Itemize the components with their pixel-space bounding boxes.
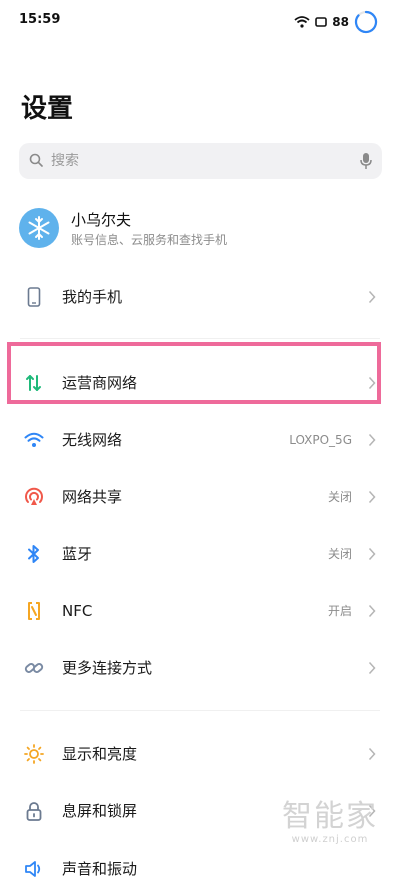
nfc-icon xyxy=(28,602,40,620)
wifi-icon xyxy=(24,432,44,447)
snowflake-icon xyxy=(28,216,50,240)
watermark-text: 智能家 xyxy=(282,799,378,834)
settings-item-display[interactable]: 显示和亮度 xyxy=(0,730,400,778)
settings-item-label: 显示和亮度 xyxy=(62,745,138,763)
settings-item-value: 关闭 xyxy=(327,547,352,561)
settings-item-label: 无线网络 xyxy=(62,431,123,449)
settings-item-label: 息屏和锁屏 xyxy=(62,802,138,820)
settings-item-label: 蓝牙 xyxy=(62,545,93,563)
microphone-icon[interactable] xyxy=(360,152,372,170)
screen-status-icon xyxy=(315,17,328,27)
chevron-right-icon xyxy=(368,490,376,504)
chevron-right-icon xyxy=(368,547,376,561)
settings-item-bluetooth[interactable]: 蓝牙 关闭 xyxy=(0,530,400,578)
settings-item-label: 声音和振动 xyxy=(62,860,138,878)
chevron-right-icon xyxy=(368,604,376,618)
avatar xyxy=(19,208,59,248)
chevron-right-icon xyxy=(368,290,376,304)
search-icon xyxy=(29,153,43,167)
battery-ring-icon xyxy=(354,10,378,34)
settings-item-wifi[interactable]: 无线网络 LOXPO_5G xyxy=(0,416,400,464)
brightness-icon xyxy=(24,744,44,764)
settings-item-hotspot[interactable]: 网络共享 关闭 xyxy=(0,473,400,521)
hotspot-icon xyxy=(25,487,43,505)
watermark-url: www.znj.com xyxy=(291,834,369,845)
chevron-right-icon xyxy=(368,747,376,761)
settings-item-more-connections[interactable]: 更多连接方式 xyxy=(0,644,400,692)
settings-item-label: 我的手机 xyxy=(62,288,123,306)
status-bar: 15:59 88 xyxy=(0,0,400,44)
settings-item-label: NFC xyxy=(62,602,93,620)
account-row[interactable]: 小乌尔夫 账号信息、云服务和查找手机 xyxy=(19,208,381,250)
watermark: 智能家 www.znj.com xyxy=(282,799,378,846)
settings-item-my-phone[interactable]: 我的手机 xyxy=(0,273,400,321)
account-name: 小乌尔夫 xyxy=(71,211,132,229)
status-right-group: 88 xyxy=(294,10,378,34)
settings-item-value: 关闭 xyxy=(327,490,352,504)
settings-item-value: LOXPO_5G xyxy=(289,433,352,447)
settings-item-label: 更多连接方式 xyxy=(62,659,153,677)
chevron-right-icon xyxy=(368,661,376,675)
chevron-right-icon xyxy=(368,433,376,447)
status-time: 15:59 xyxy=(19,12,61,27)
search-bar[interactable] xyxy=(19,143,382,179)
page-title: 设置 xyxy=(21,94,74,124)
battery-level: 88 xyxy=(332,15,349,29)
link-icon xyxy=(24,663,44,673)
settings-item-label: 网络共享 xyxy=(62,488,123,506)
settings-item-nfc[interactable]: NFC 开启 xyxy=(0,587,400,635)
bluetooth-icon xyxy=(28,545,39,563)
wifi-status-icon xyxy=(294,16,310,28)
section-divider xyxy=(20,710,380,711)
settings-item-sound[interactable]: 声音和振动 xyxy=(0,845,400,893)
search-input[interactable] xyxy=(51,143,351,179)
section-divider xyxy=(20,338,380,339)
highlight-frame xyxy=(7,342,381,404)
phone-icon xyxy=(27,287,41,307)
lock-icon xyxy=(26,802,42,821)
account-subtitle: 账号信息、云服务和查找手机 xyxy=(71,233,228,247)
settings-item-value: 开启 xyxy=(327,604,352,618)
sound-icon xyxy=(25,861,41,877)
